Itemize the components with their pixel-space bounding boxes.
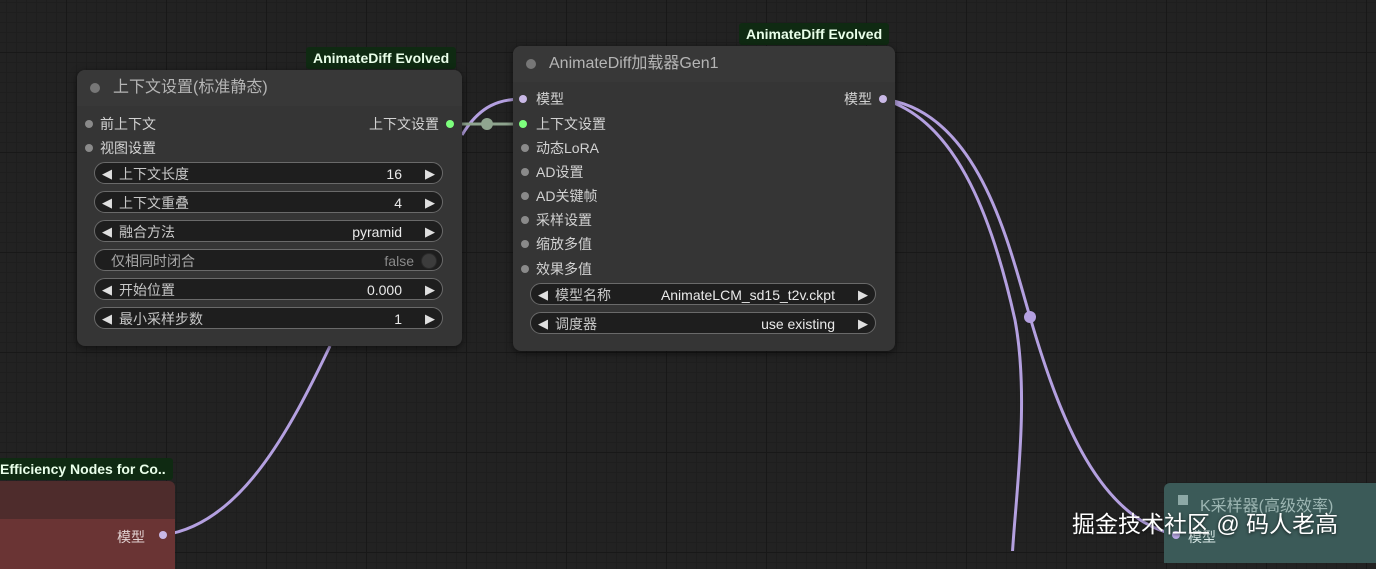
loader-node-title: AnimateDiff加载器Gen1 — [549, 55, 719, 72]
input-view-settings: 视图设置 — [100, 140, 156, 156]
increment-arrow-icon[interactable]: ▶ — [425, 308, 435, 330]
input-scale-multival: 缩放多值 — [536, 236, 592, 252]
decrement-arrow-icon[interactable]: ◀ — [102, 279, 112, 301]
context-length-widget[interactable]: ◀ 上下文长度 16 ▶ — [94, 162, 443, 184]
context-settings-node[interactable]: 上下文设置(标准静态) 前上下文 视图设置 上下文设置 ◀ 上下文长度 16 ▶… — [77, 70, 462, 346]
model-link-efficiency — [162, 345, 332, 537]
model-link-to-ksampler — [881, 97, 1178, 537]
output-context-settings-label: 上下文设置 — [369, 116, 439, 132]
input-motion-lora: 动态LoRA — [536, 140, 600, 156]
widget-label: 上下文重叠 — [119, 195, 189, 211]
guarantee-steps-widget[interactable]: ◀ 最小采样步数 1 ▶ — [94, 307, 443, 329]
widget-label: 调度器 — [555, 316, 597, 332]
efficiency-loader-node[interactable]: 模型 — [0, 481, 175, 569]
toggle-knob-icon[interactable] — [421, 253, 437, 269]
model-name-widget[interactable]: ◀ 模型名称 AnimateLCM_sd15_t2v.ckpt ▶ — [530, 283, 876, 305]
context-link-midpoint — [481, 118, 493, 130]
input-prev-context: 前上下文 — [100, 116, 156, 132]
decrement-arrow-icon[interactable]: ◀ — [102, 192, 112, 214]
increment-arrow-icon[interactable]: ▶ — [425, 279, 435, 301]
output-model-label: 模型 — [117, 529, 145, 545]
model-link-midpoint — [1024, 311, 1036, 323]
widget-value[interactable]: 0.000 — [367, 279, 402, 301]
collapse-dot-icon[interactable] — [90, 83, 100, 93]
input-slot-dot-icon[interactable] — [521, 216, 529, 224]
next-option-arrow-icon[interactable]: ▶ — [425, 221, 435, 243]
widget-value[interactable]: 1 — [394, 308, 402, 330]
input-slot-dot-icon[interactable] — [85, 120, 93, 128]
input-slot-dot-icon[interactable] — [521, 240, 529, 248]
output-slot-dot-icon[interactable] — [159, 531, 167, 539]
beta-schedule-widget[interactable]: ◀ 调度器 use existing ▶ — [530, 312, 876, 334]
widget-label: 仅相同时闭合 — [111, 253, 195, 269]
previous-option-arrow-icon[interactable]: ◀ — [538, 284, 548, 306]
output-model-label: 模型 — [844, 91, 872, 107]
output-slot-dot-icon[interactable] — [446, 120, 454, 128]
widget-value[interactable]: 16 — [386, 163, 402, 185]
widget-label: 开始位置 — [119, 282, 175, 298]
context-node-title-bar[interactable]: 上下文设置(标准静态) — [77, 70, 462, 106]
previous-option-arrow-icon[interactable]: ◀ — [538, 313, 548, 335]
widget-label: 模型名称 — [555, 287, 611, 303]
input-slot-dot-icon[interactable] — [521, 168, 529, 176]
input-slot-dot-icon[interactable] — [521, 144, 529, 152]
widget-label: 最小采样步数 — [119, 311, 203, 327]
increment-arrow-icon[interactable]: ▶ — [425, 192, 435, 214]
input-sample-settings: 采样设置 — [536, 212, 592, 228]
input-context-settings: 上下文设置 — [536, 116, 606, 132]
widget-label: 融合方法 — [119, 224, 175, 240]
efficiency-node-body — [0, 519, 175, 569]
input-slot-dot-icon[interactable] — [519, 95, 527, 103]
next-option-arrow-icon[interactable]: ▶ — [858, 284, 868, 306]
input-slot-dot-icon[interactable] — [85, 144, 93, 152]
widget-value: false — [384, 253, 414, 269]
context-overlap-widget[interactable]: ◀ 上下文重叠 4 ▶ — [94, 191, 443, 213]
output-slot-dot-icon[interactable] — [879, 95, 887, 103]
loader-node-title-bar[interactable]: AnimateDiff加载器Gen1 — [513, 46, 895, 82]
input-ad-keyframes: AD关键帧 — [536, 188, 598, 204]
widget-value[interactable]: 4 — [394, 192, 402, 214]
model-link-branch — [881, 97, 1024, 551]
widget-label: 上下文长度 — [119, 166, 189, 182]
context-node-badge: AnimateDiff Evolved — [306, 47, 457, 69]
widget-value[interactable]: use existing — [761, 313, 835, 335]
widget-value[interactable]: AnimateLCM_sd15_t2v.ckpt — [661, 284, 835, 306]
start-percent-widget[interactable]: ◀ 开始位置 0.000 ▶ — [94, 278, 443, 300]
widget-value[interactable]: pyramid — [352, 221, 402, 243]
loader-node-badge: AnimateDiff Evolved — [739, 23, 890, 45]
input-slot-dot-icon[interactable] — [519, 120, 527, 128]
previous-option-arrow-icon[interactable]: ◀ — [102, 221, 112, 243]
input-ad-settings: AD设置 — [536, 164, 584, 180]
input-slot-dot-icon[interactable] — [521, 265, 529, 273]
context-node-title: 上下文设置(标准静态) — [113, 79, 268, 96]
next-option-arrow-icon[interactable]: ▶ — [858, 313, 868, 335]
collapse-dot-icon[interactable] — [526, 59, 536, 69]
input-effect-multival: 效果多值 — [536, 261, 592, 277]
collapse-square-icon[interactable] — [1178, 495, 1188, 505]
increment-arrow-icon[interactable]: ▶ — [425, 163, 435, 185]
decrement-arrow-icon[interactable]: ◀ — [102, 308, 112, 330]
watermark-text: 掘金技术社区 @ 码人老高 — [1072, 511, 1339, 537]
fuse-method-widget[interactable]: ◀ 融合方法 pyramid ▶ — [94, 220, 443, 242]
closed-loop-toggle[interactable]: 仅相同时闭合 false — [94, 249, 443, 271]
efficiency-node-badge: Efficiency Nodes for Co.. — [0, 458, 173, 480]
animatediff-loader-node[interactable]: AnimateDiff加载器Gen1 模型 上下文设置 动态LoRA AD设置 … — [513, 46, 895, 351]
input-slot-dot-icon[interactable] — [521, 192, 529, 200]
input-model: 模型 — [536, 91, 564, 107]
decrement-arrow-icon[interactable]: ◀ — [102, 163, 112, 185]
